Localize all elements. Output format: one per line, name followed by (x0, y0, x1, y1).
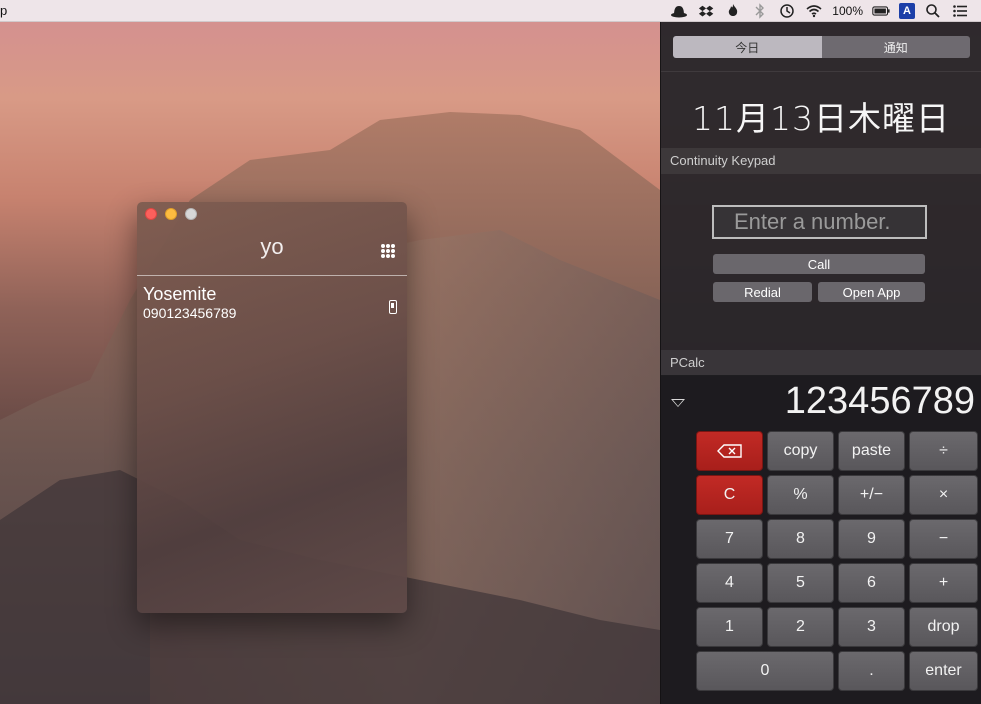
key-9[interactable]: 9 (838, 519, 905, 559)
call-button[interactable]: Call (713, 254, 925, 274)
contact-name[interactable]: Yosemite (143, 284, 216, 305)
plus-minus-key[interactable]: +/− (838, 475, 905, 515)
decimal-point-key[interactable]: . (838, 651, 905, 691)
time-machine-icon[interactable] (778, 2, 796, 20)
percent-key[interactable]: % (767, 475, 834, 515)
contact-number[interactable]: 090123456789 (143, 305, 236, 321)
key-5[interactable]: 5 (767, 563, 834, 603)
today-date: 11月13日木曜日 (692, 99, 950, 138)
open-app-button[interactable]: Open App (818, 282, 925, 302)
mobile-phone-icon (389, 300, 397, 314)
hat-icon[interactable] (670, 2, 688, 20)
window-controls (145, 208, 197, 220)
backspace-key[interactable] (696, 431, 763, 471)
divide-key[interactable]: ÷ (909, 431, 978, 471)
zoom-window-button[interactable] (185, 208, 197, 220)
yo-app-window: yo Yosemite 090123456789 (137, 202, 407, 613)
divider (137, 275, 407, 276)
dialpad-icon[interactable] (381, 244, 395, 258)
plus-key[interactable]: + (909, 563, 978, 603)
key-3[interactable]: 3 (838, 607, 905, 647)
continuity-keypad-header: Continuity Keypad (661, 148, 981, 174)
battery-percent: 100% (832, 4, 863, 18)
pcalc-display: 123456789 (784, 380, 975, 422)
window-title: yo (260, 234, 284, 259)
pcalc-header: PCalc (661, 350, 981, 376)
disclosure-triangle-icon[interactable] (671, 399, 685, 407)
clear-key[interactable]: C (696, 475, 763, 515)
dropbox-icon[interactable] (697, 2, 715, 20)
key-6[interactable]: 6 (838, 563, 905, 603)
nc-tab-switcher: 今日 通知 (673, 36, 970, 58)
backspace-icon (716, 444, 742, 458)
minus-key[interactable]: − (909, 519, 978, 559)
battery-icon[interactable] (872, 2, 890, 20)
minimize-window-button[interactable] (165, 208, 177, 220)
enter-key[interactable]: enter (909, 651, 978, 691)
status-tray: 100% A (670, 0, 969, 22)
wifi-icon[interactable] (805, 2, 823, 20)
key-2[interactable]: 2 (767, 607, 834, 647)
key-1[interactable]: 1 (696, 607, 763, 647)
notification-center-icon[interactable] (951, 2, 969, 20)
redial-button[interactable]: Redial (713, 282, 812, 302)
key-7[interactable]: 7 (696, 519, 763, 559)
bluetooth-icon[interactable] (751, 2, 769, 20)
app-menu-name[interactable]: p (0, 3, 7, 18)
divider (661, 71, 981, 72)
tab-today[interactable]: 今日 (673, 36, 822, 58)
key-8[interactable]: 8 (767, 519, 834, 559)
copy-key[interactable]: copy (767, 431, 834, 471)
input-method-icon[interactable]: A (899, 3, 915, 19)
key-0[interactable]: 0 (696, 651, 834, 691)
close-window-button[interactable] (145, 208, 157, 220)
menu-bar: p 100% A (0, 0, 981, 22)
multiply-key[interactable]: × (909, 475, 978, 515)
tab-notifications[interactable]: 通知 (821, 36, 970, 58)
notification-center: 今日 通知 11月13日木曜日 Continuity Keypad Enter … (660, 22, 981, 704)
key-4[interactable]: 4 (696, 563, 763, 603)
drop-key[interactable]: drop (909, 607, 978, 647)
phone-number-input[interactable]: Enter a number. (712, 205, 927, 239)
flame-icon[interactable] (724, 2, 742, 20)
paste-key[interactable]: paste (838, 431, 905, 471)
spotlight-icon[interactable] (924, 2, 942, 20)
